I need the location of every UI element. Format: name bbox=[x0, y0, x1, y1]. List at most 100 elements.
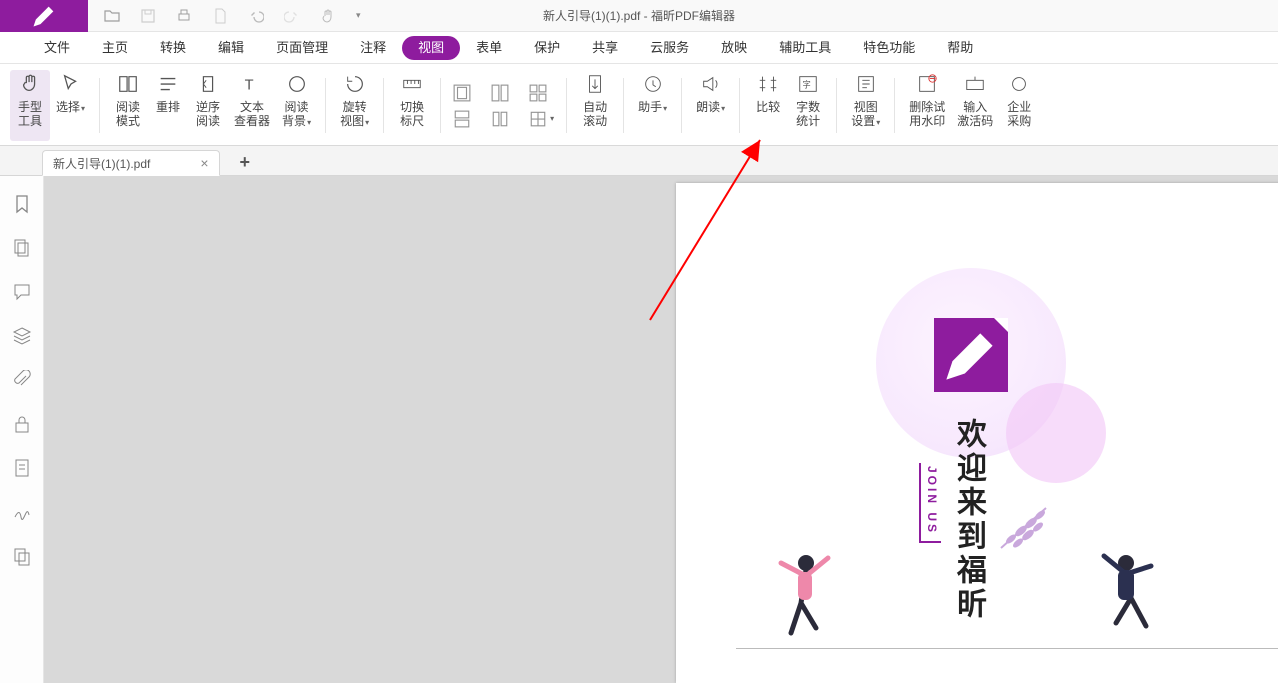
ruler-button[interactable]: 切换 标尺 bbox=[392, 70, 432, 141]
document-tab[interactable]: 新人引导(1)(1).pdf × bbox=[42, 150, 220, 176]
form-icon[interactable] bbox=[12, 458, 32, 478]
menu-feature[interactable]: 特色功能 bbox=[847, 36, 931, 60]
layout-6-icon[interactable] bbox=[529, 110, 547, 128]
menu-view[interactable]: 视图 bbox=[402, 36, 460, 60]
chevron-down-icon: ▾ bbox=[876, 118, 880, 127]
book-icon bbox=[116, 72, 140, 96]
side-panel bbox=[0, 176, 44, 683]
pdf-page: 欢迎来到福昕 JOIN US bbox=[676, 183, 1278, 683]
dancer-left-illustration bbox=[766, 548, 846, 648]
reverse-button[interactable]: 逆序 阅读 bbox=[188, 70, 228, 141]
pen-icon bbox=[30, 2, 58, 30]
pages-icon[interactable] bbox=[12, 238, 32, 258]
canvas-area[interactable]: 欢迎来到福昕 JOIN US bbox=[44, 176, 1278, 683]
read-bg-button[interactable]: 阅读 背景▾ bbox=[276, 70, 317, 141]
reverse-icon bbox=[196, 72, 220, 96]
read-mode-button[interactable]: 阅读 模式 bbox=[108, 70, 148, 141]
bookmark-icon[interactable] bbox=[12, 194, 32, 214]
menu-edit[interactable]: 编辑 bbox=[202, 36, 260, 60]
close-icon[interactable]: × bbox=[200, 155, 208, 171]
assistant-button[interactable]: 助手▾ bbox=[632, 70, 673, 141]
chevron-down-icon: ▾ bbox=[81, 104, 85, 113]
hand-pan-icon[interactable] bbox=[320, 8, 336, 24]
pen-icon bbox=[934, 318, 1008, 392]
key-icon bbox=[963, 72, 987, 96]
settings-icon bbox=[854, 72, 878, 96]
select-button[interactable]: 选择▾ bbox=[50, 70, 91, 141]
bg-icon bbox=[285, 72, 309, 96]
text-viewer-button[interactable]: T 文本 查看器 bbox=[228, 70, 276, 141]
decor-circle-small bbox=[1006, 383, 1106, 483]
menu-help[interactable]: 帮助 bbox=[931, 36, 989, 60]
auto-scroll-button[interactable]: 自动 滚动 bbox=[575, 70, 615, 141]
signature-icon[interactable] bbox=[12, 502, 32, 522]
layout-4-icon[interactable] bbox=[453, 110, 471, 128]
redo-icon[interactable] bbox=[284, 8, 300, 24]
speaker-icon bbox=[699, 72, 723, 96]
rotate-button[interactable]: 旋转 视图▾ bbox=[334, 70, 375, 141]
tab-label: 新人引导(1)(1).pdf bbox=[53, 155, 150, 172]
layout-1-icon[interactable] bbox=[453, 84, 471, 102]
menu-present[interactable]: 放映 bbox=[705, 36, 763, 60]
undo-icon[interactable] bbox=[248, 8, 264, 24]
enterprise-icon bbox=[1007, 72, 1031, 96]
chevron-down-icon: ▾ bbox=[307, 118, 311, 127]
chevron-down-icon: ▾ bbox=[365, 118, 369, 127]
menu-bar: 文件 主页 转换 编辑 页面管理 注释 视图 表单 保护 共享 云服务 放映 辅… bbox=[0, 32, 1278, 64]
hand-tool-button[interactable]: 手型 工具 bbox=[10, 70, 50, 141]
joinus-text: JOIN US bbox=[919, 463, 941, 543]
layout-3-icon[interactable] bbox=[529, 84, 547, 102]
enter-key-button[interactable]: 输入 激活码 bbox=[951, 70, 999, 141]
attach-icon[interactable] bbox=[12, 370, 32, 390]
compare-button[interactable]: 比较 bbox=[748, 70, 788, 141]
open-icon[interactable] bbox=[104, 8, 120, 24]
add-tab-button[interactable]: + bbox=[240, 152, 251, 175]
menu-file[interactable]: 文件 bbox=[28, 36, 86, 60]
svg-text:字: 字 bbox=[803, 80, 811, 90]
menu-home[interactable]: 主页 bbox=[86, 36, 144, 60]
word-count-button[interactable]: 字 字数 统计 bbox=[788, 70, 828, 141]
enterprise-button[interactable]: 企业 采购 bbox=[999, 70, 1039, 141]
chevron-down-icon[interactable]: ▾ bbox=[550, 114, 554, 123]
layers-icon[interactable] bbox=[12, 326, 32, 346]
save-icon[interactable] bbox=[140, 8, 156, 24]
dropdown-caret-icon[interactable]: ▾ bbox=[356, 10, 361, 21]
menu-assist[interactable]: 辅助工具 bbox=[763, 36, 847, 60]
read-aloud-button[interactable]: 朗读▾ bbox=[690, 70, 731, 141]
cursor-icon bbox=[59, 72, 83, 96]
menu-comment[interactable]: 注释 bbox=[344, 36, 402, 60]
ribbon: 手型 工具 选择▾ 阅读 模式 重排 逆序 阅读 T 文本 查看器 阅读 背景▾ bbox=[0, 64, 1278, 146]
layout-mini-grid: ▾ bbox=[449, 70, 558, 141]
hand-icon bbox=[18, 72, 42, 96]
remove-watermark-icon bbox=[915, 72, 939, 96]
text-icon: T bbox=[240, 72, 264, 96]
baseline bbox=[736, 648, 1278, 649]
menu-page[interactable]: 页面管理 bbox=[260, 36, 344, 60]
app-logo bbox=[0, 0, 88, 32]
chevron-down-icon: ▾ bbox=[663, 104, 667, 113]
lock-icon[interactable] bbox=[12, 414, 32, 434]
foxit-logo bbox=[934, 318, 1008, 392]
rotate-icon bbox=[343, 72, 367, 96]
title-bar: ▾ 新人引导(1)(1).pdf - 福昕PDF编辑器 bbox=[0, 0, 1278, 32]
print-icon[interactable] bbox=[176, 8, 192, 24]
layout-2-icon[interactable] bbox=[491, 84, 509, 102]
page-icon[interactable] bbox=[212, 8, 228, 24]
welcome-text: 欢迎来到福昕 bbox=[946, 418, 990, 622]
menu-share[interactable]: 共享 bbox=[576, 36, 634, 60]
layout-5-icon[interactable] bbox=[491, 110, 509, 128]
menu-convert[interactable]: 转换 bbox=[144, 36, 202, 60]
comment-icon[interactable] bbox=[12, 282, 32, 302]
clipboard-icon[interactable] bbox=[12, 546, 32, 566]
assistant-icon bbox=[641, 72, 665, 96]
view-settings-button[interactable]: 视图 设置▾ bbox=[845, 70, 886, 141]
reflow-button[interactable]: 重排 bbox=[148, 70, 188, 141]
scroll-icon bbox=[583, 72, 607, 96]
menu-form[interactable]: 表单 bbox=[460, 36, 518, 60]
menu-cloud[interactable]: 云服务 bbox=[634, 36, 705, 60]
leaf-icon bbox=[996, 503, 1056, 553]
menu-protect[interactable]: 保护 bbox=[518, 36, 576, 60]
word-count-icon: 字 bbox=[796, 72, 820, 96]
remove-trial-button[interactable]: 删除试 用水印 bbox=[903, 70, 951, 141]
compare-icon bbox=[756, 72, 780, 96]
